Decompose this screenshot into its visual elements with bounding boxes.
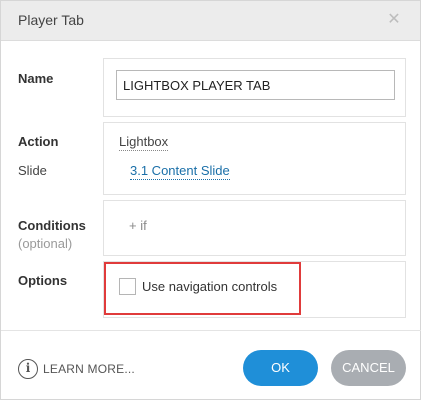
name-input[interactable] xyxy=(116,70,395,100)
cancel-button[interactable]: CANCEL xyxy=(331,350,406,386)
ok-button[interactable]: OK xyxy=(243,350,318,386)
nav-controls-label[interactable]: Use navigation controls xyxy=(142,279,277,294)
learn-more-link[interactable]: LEARN MORE... xyxy=(43,362,135,376)
slide-dropdown[interactable]: 3.1 Content Slide xyxy=(130,163,230,180)
action-dropdown[interactable]: Lightbox xyxy=(119,134,169,151)
conditions-optional-label: (optional) xyxy=(18,236,73,251)
conditions-label: Conditions xyxy=(18,218,86,233)
footer-divider xyxy=(1,330,421,331)
player-tab-dialog: Player Tab ✕ Name Action Slide Lightbox … xyxy=(0,0,421,400)
dialog-titlebar: Player Tab ✕ xyxy=(1,1,420,41)
options-label: Options xyxy=(18,273,68,288)
slide-label: Slide xyxy=(18,163,47,178)
dialog-title: Player Tab xyxy=(18,12,84,28)
nav-controls-checkbox[interactable] xyxy=(119,278,136,295)
action-label: Action xyxy=(18,134,59,149)
add-condition-link[interactable]: + if xyxy=(129,218,147,233)
name-label: Name xyxy=(18,71,54,86)
action-panel xyxy=(103,122,406,195)
conditions-panel xyxy=(103,200,406,256)
info-icon[interactable]: i xyxy=(18,359,38,379)
close-icon[interactable]: ✕ xyxy=(386,11,402,29)
